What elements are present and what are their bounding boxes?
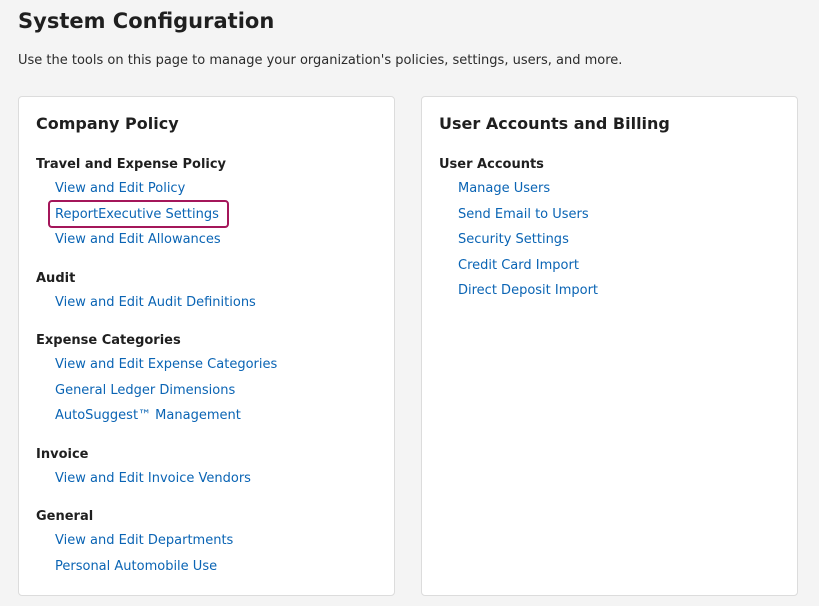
view-and-edit-audit-definitions-link[interactable]: View and Edit Audit Definitions	[55, 293, 256, 312]
user-accounts-and-billing-card: User Accounts and Billing User Accounts …	[421, 96, 798, 596]
autosuggest-management-link[interactable]: AutoSuggest™ Management	[55, 406, 241, 425]
list-item: Manage Users	[439, 177, 598, 203]
list-item: View and Edit Audit Definitions	[36, 291, 277, 317]
personal-automobile-use-link[interactable]: Personal Automobile Use	[55, 557, 217, 576]
list-item: View and Edit Departments	[36, 529, 277, 555]
section-title: User Accounts	[439, 157, 544, 172]
list-item: Security Settings	[439, 228, 598, 254]
section-user-accounts: User Accounts Manage Users Send Email to…	[439, 155, 598, 305]
general-ledger-dimensions-link[interactable]: General Ledger Dimensions	[55, 381, 235, 400]
view-and-edit-allowances-link[interactable]: View and Edit Allowances	[55, 230, 221, 249]
link-list: View and Edit Audit Definitions	[36, 291, 277, 317]
link-list: View and Edit Policy ReportExecutive Set…	[36, 177, 277, 254]
list-item: Direct Deposit Import	[439, 279, 598, 305]
view-and-edit-policy-link[interactable]: View and Edit Policy	[55, 179, 185, 198]
link-list: View and Edit Invoice Vendors	[36, 467, 277, 493]
section-title: Travel and Expense Policy	[36, 157, 227, 172]
card-title: User Accounts and Billing	[439, 114, 670, 133]
send-email-to-users-link[interactable]: Send Email to Users	[458, 205, 589, 224]
list-item: View and Edit Policy	[36, 177, 277, 203]
card-sections: Travel and Expense Policy View and Edit …	[36, 155, 277, 595]
list-item: ReportExecutive Settings	[36, 199, 277, 229]
section-general: General View and Edit Departments Person…	[36, 507, 277, 580]
section-invoice: Invoice View and Edit Invoice Vendors	[36, 445, 277, 493]
section-expense-categories: Expense Categories View and Edit Expense…	[36, 331, 277, 430]
list-item: View and Edit Allowances	[36, 228, 277, 254]
page-title: System Configuration	[18, 9, 275, 33]
card-sections: User Accounts Manage Users Send Email to…	[439, 155, 598, 320]
credit-card-import-link[interactable]: Credit Card Import	[458, 256, 579, 275]
list-item: AutoSuggest™ Management	[36, 404, 277, 430]
security-settings-link[interactable]: Security Settings	[458, 230, 569, 249]
view-and-edit-invoice-vendors-link[interactable]: View and Edit Invoice Vendors	[55, 469, 251, 488]
list-item: General Ledger Dimensions	[36, 379, 277, 405]
section-title: Expense Categories	[36, 333, 181, 348]
company-policy-card: Company Policy Travel and Expense Policy…	[18, 96, 395, 596]
section-travel-and-expense-policy: Travel and Expense Policy View and Edit …	[36, 155, 277, 254]
section-title: Audit	[36, 270, 76, 286]
reportexecutive-settings-link[interactable]: ReportExecutive Settings	[48, 199, 229, 228]
section-audit: Audit View and Edit Audit Definitions	[36, 269, 277, 317]
list-item: View and Edit Invoice Vendors	[36, 467, 277, 493]
manage-users-link[interactable]: Manage Users	[458, 179, 550, 198]
card-title: Company Policy	[36, 114, 179, 133]
view-and-edit-departments-link[interactable]: View and Edit Departments	[55, 531, 233, 550]
link-list: Manage Users Send Email to Users Securit…	[439, 177, 598, 305]
list-item: View and Edit Expense Categories	[36, 353, 277, 379]
link-list: View and Edit Expense Categories General…	[36, 353, 277, 430]
section-title: Invoice	[36, 446, 89, 462]
page-description: Use the tools on this page to manage you…	[18, 53, 623, 68]
list-item: Send Email to Users	[439, 203, 598, 229]
link-list: View and Edit Departments Personal Autom…	[36, 529, 277, 580]
direct-deposit-import-link[interactable]: Direct Deposit Import	[458, 281, 598, 300]
section-title: General	[36, 509, 94, 524]
list-item: Credit Card Import	[439, 254, 598, 280]
list-item: Personal Automobile Use	[36, 555, 277, 581]
system-configuration-page: System Configuration Use the tools on th…	[0, 0, 819, 606]
view-and-edit-expense-categories-link[interactable]: View and Edit Expense Categories	[55, 355, 277, 374]
